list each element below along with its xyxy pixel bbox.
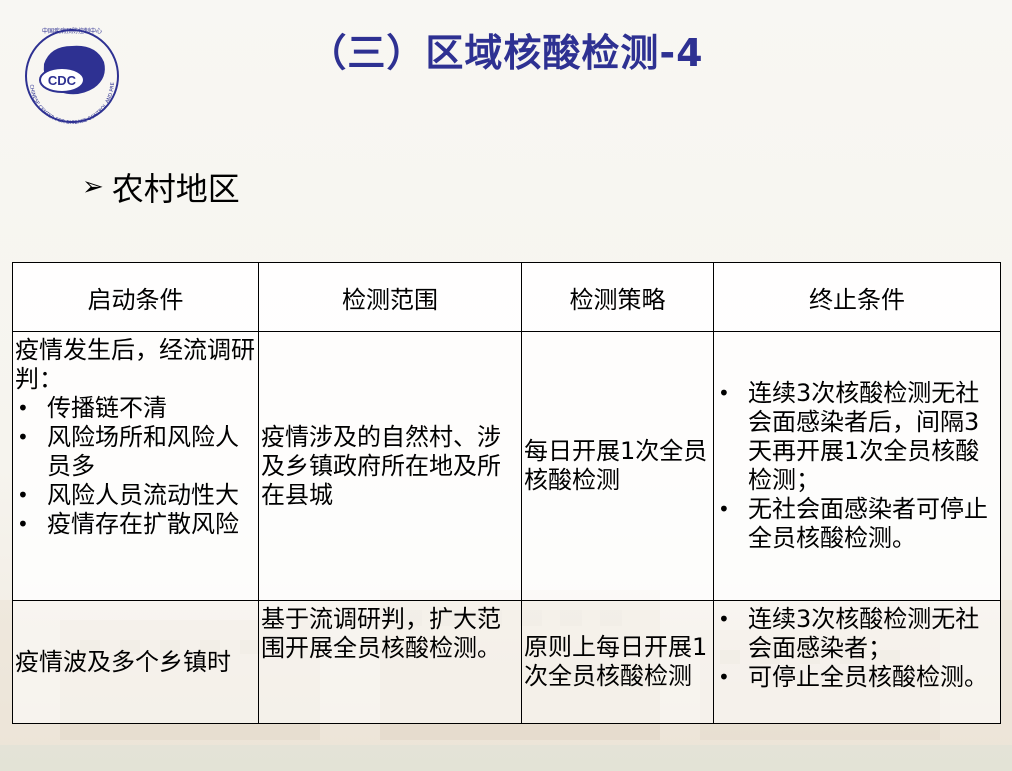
condition-list: 传播链不清 风险场所和风险人员多 风险人员流动性大 疫情存在扩散风险 [15,394,256,539]
table-row: 疫情发生后，经流调研判： 传播链不清 风险场所和风险人员多 风险人员流动性大 疫… [12,331,1001,601]
stop-list: 连续3次核酸检测无社会面感染者； 可停止全员核酸检测。 [716,605,998,692]
table-header-row: 启动条件 检测范围 检测策略 终止条件 [12,262,1001,332]
cell-test-scope: 疫情涉及的自然村、涉及乡镇政府所在地及所在县城 [258,331,522,601]
cell-test-strategy: 原则上每日开展1次全员核酸检测 [521,600,714,724]
list-item: 连续3次核酸检测无社会面感染者后，间隔3天再开展1次全员核酸检测； [716,379,998,495]
cell-test-scope: 基于流调研判，扩大范围开展全员核酸检测。 [258,600,522,724]
cell-start-condition: 疫情发生后，经流调研判： 传播链不清 风险场所和风险人员多 风险人员流动性大 疫… [12,331,259,601]
cell-test-strategy: 每日开展1次全员核酸检测 [521,331,714,601]
header-stop-condition: 终止条件 [713,262,1001,332]
slide-title: （三）区域核酸检测-4 [308,31,704,75]
section-subheading: ➢ 农村地区 [82,164,240,210]
list-item: 无社会面感染者可停止全员核酸检测。 [716,495,998,553]
list-item: 连续3次核酸检测无社会面感染者； [716,605,998,663]
stop-list: 连续3次核酸检测无社会面感染者后，间隔3天再开展1次全员核酸检测； 无社会面感染… [716,379,998,553]
table-row: 疫情波及多个乡镇时 基于流调研判，扩大范围开展全员核酸检测。 原则上每日开展1次… [12,600,1001,724]
cell-stop-condition: 连续3次核酸检测无社会面感染者； 可停止全员核酸检测。 [713,600,1001,724]
condition-intro: 疫情发生后，经流调研判： [15,336,255,393]
header-test-scope: 检测范围 [258,262,522,332]
list-item: 传播链不清 [15,394,256,423]
arrow-bullet-icon: ➢ [82,172,104,202]
list-item: 风险人员流动性大 [15,481,256,510]
list-item: 风险场所和风险人员多 [15,423,256,481]
strategy-table: 启动条件 检测范围 检测策略 终止条件 疫情发生后，经流调研判： 传播链不清 风… [12,262,1001,724]
subheading-text: 农村地区 [111,170,240,208]
list-item: 可停止全员核酸检测。 [716,663,998,692]
list-item: 疫情存在扩散风险 [15,510,256,539]
header-test-strategy: 检测策略 [521,262,714,332]
cell-stop-condition: 连续3次核酸检测无社会面感染者后，间隔3天再开展1次全员核酸检测； 无社会面感染… [713,331,1001,601]
header-start-condition: 启动条件 [12,262,259,332]
cell-start-condition: 疫情波及多个乡镇时 [12,600,259,724]
